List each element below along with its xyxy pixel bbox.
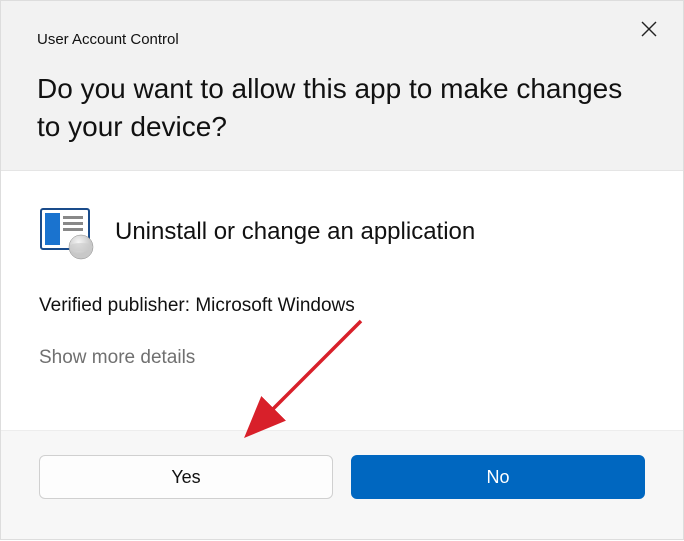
dialog-header: User Account Control Do you want to allo… xyxy=(1,1,683,171)
show-more-link[interactable]: Show more details xyxy=(39,347,645,369)
app-row: Uninstall or change an application xyxy=(39,207,645,257)
close-button[interactable] xyxy=(635,15,663,43)
dialog-footer: Yes No xyxy=(1,430,683,539)
publisher-line: Verified publisher: Microsoft Windows xyxy=(39,295,645,317)
dialog-body: Uninstall or change an application Verif… xyxy=(1,171,683,389)
yes-button[interactable]: Yes xyxy=(39,455,333,499)
dialog-title: User Account Control xyxy=(37,31,647,48)
dialog-question: Do you want to allow this app to make ch… xyxy=(37,70,647,146)
no-button[interactable]: No xyxy=(351,455,645,499)
app-icon xyxy=(39,207,93,257)
close-icon xyxy=(641,21,657,37)
app-name: Uninstall or change an application xyxy=(115,218,475,246)
